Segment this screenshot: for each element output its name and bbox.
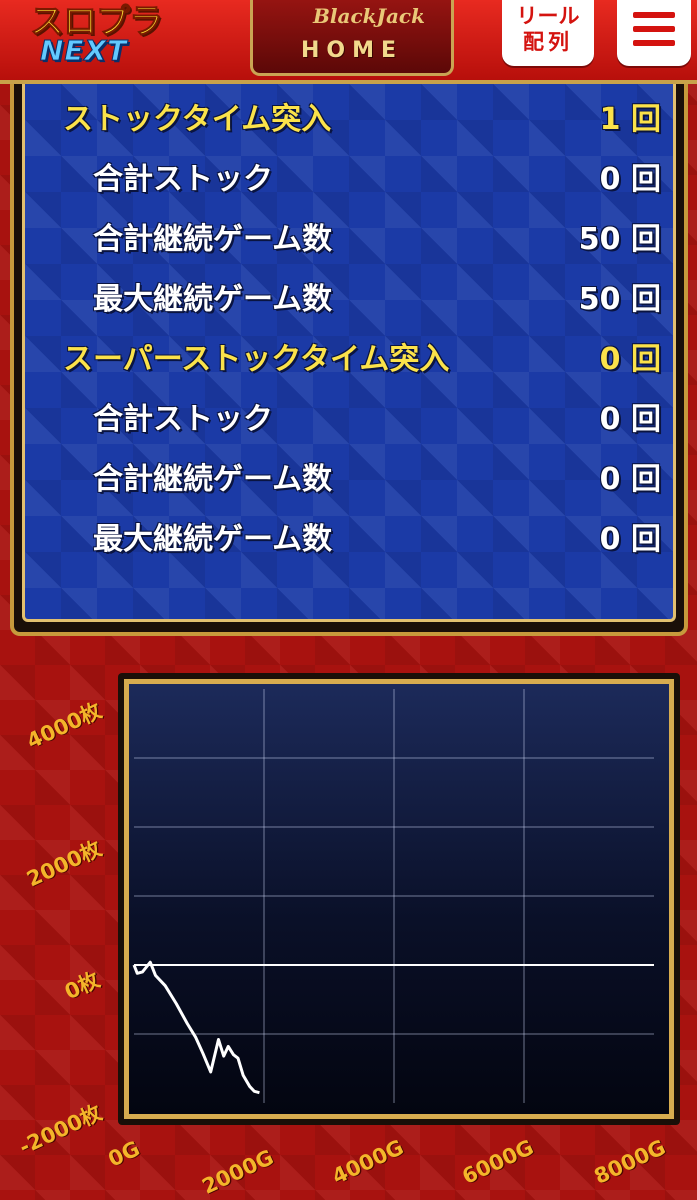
app-logo[interactable]: スロプラ NEXT — [26, 0, 176, 76]
graph-canvas — [132, 689, 654, 1103]
y-tick-label: 2000枚 — [23, 836, 106, 892]
blackjack-emblem: BlackJack — [313, 4, 425, 28]
x-tick-label: 0G — [104, 1136, 144, 1172]
stat-label: 合計継続ゲーム数 — [93, 222, 333, 257]
stat-label: 最大継続ゲーム数 — [93, 522, 333, 557]
menu-button[interactable] — [617, 0, 691, 66]
stat-row-super-total-stock: 合計ストック 0 回 — [25, 390, 673, 450]
stat-value: 0 回 — [599, 522, 661, 557]
stat-row-stock-time: ストックタイム突入 1 回 — [25, 90, 673, 150]
home-label: HOME — [300, 38, 404, 63]
stat-label: ストックタイム突入 — [63, 102, 332, 137]
logo-bottom-text: NEXT — [39, 34, 128, 68]
stat-value: 0 回 — [599, 462, 661, 497]
y-tick-label: 0枚 — [61, 967, 104, 1005]
stat-value: 1 回 — [599, 102, 661, 137]
stat-value: 0 回 — [599, 402, 661, 437]
stat-value: 0 回 — [599, 342, 661, 377]
stat-row-max-games: 最大継続ゲーム数 50 回 — [25, 270, 673, 330]
stat-label: スーパーストックタイム突入 — [63, 342, 450, 377]
stat-value: 50 回 — [578, 282, 661, 317]
stat-label: 合計ストック — [93, 402, 273, 437]
stats-panel: ストックタイム突入 1 回 合計ストック 0 回 合計継続ゲーム数 50 回 最… — [10, 84, 688, 636]
slump-line — [132, 960, 260, 1095]
y-tick-label: 4000枚 — [23, 698, 106, 754]
stat-row-super-stock-time: スーパーストックタイム突入 0 回 — [25, 330, 673, 390]
reel-button-line2: 配列 — [523, 30, 573, 54]
x-tick-label: 2000G — [198, 1145, 278, 1199]
stat-row-super-max-games: 最大継続ゲーム数 0 回 — [25, 510, 673, 570]
stat-row-total-stock: 合計ストック 0 回 — [25, 150, 673, 210]
stat-row-total-games: 合計継続ゲーム数 50 回 — [25, 210, 673, 270]
stats-panel-inner: ストックタイム突入 1 回 合計ストック 0 回 合計継続ゲーム数 50 回 最… — [22, 84, 676, 622]
x-tick-label: 8000G — [590, 1135, 670, 1189]
stat-row-super-total-games: 合計継続ゲーム数 0 回 — [25, 450, 673, 510]
y-tick-label: -2000枚 — [15, 1100, 106, 1160]
stat-label: 最大継続ゲーム数 — [93, 282, 333, 317]
home-button[interactable]: BlackJack HOME — [250, 0, 454, 76]
reel-layout-button[interactable]: リール 配列 — [502, 0, 594, 66]
x-tick-label: 6000G — [458, 1135, 538, 1189]
graph-plot-area — [124, 679, 674, 1119]
app-header: スロプラ NEXT BlackJack HOME リール 配列 — [0, 0, 697, 84]
x-tick-label: 4000G — [328, 1135, 408, 1189]
stat-value: 0 回 — [599, 162, 661, 197]
slump-graph — [118, 673, 680, 1125]
stat-label: 合計ストック — [93, 162, 273, 197]
stat-label: 合計継続ゲーム数 — [93, 462, 333, 497]
stat-value: 50 回 — [578, 222, 661, 257]
